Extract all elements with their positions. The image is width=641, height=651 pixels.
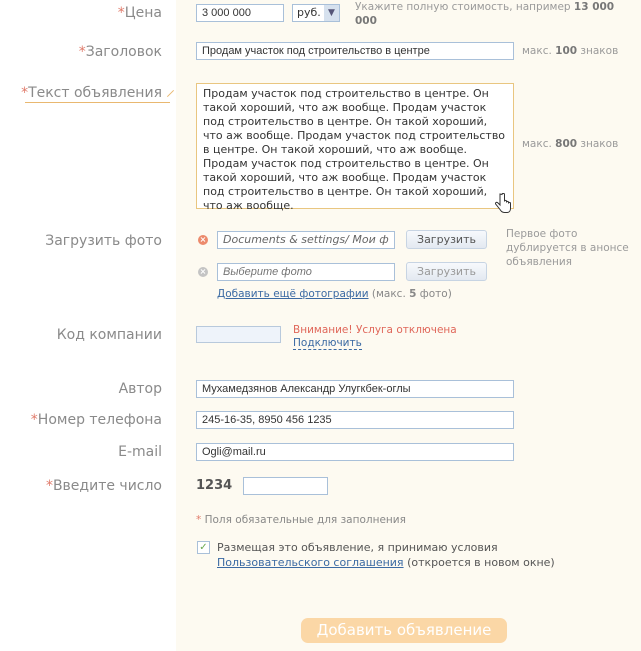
title-input[interactable] <box>196 42 514 60</box>
required-note: * Поля обязательные для заполнения <box>196 514 406 526</box>
captcha-input[interactable] <box>243 477 328 495</box>
upload-button-2[interactable]: Загрузить <box>406 262 487 281</box>
required-marker: * <box>45 478 53 494</box>
user-agreement-link[interactable]: Пользовательского соглашения <box>217 556 404 569</box>
add-more-photos-link[interactable]: Добавить ещё фотографии <box>217 288 369 300</box>
captcha-number: 1234 <box>196 478 233 493</box>
required-marker: * <box>117 5 125 21</box>
photo-file-1-value: Documents & settings/ Мои ф <box>223 233 389 246</box>
author-label: Автор <box>118 381 162 397</box>
add-more-photos-row: Добавить ещё фотографии (макс. 5 фото) <box>217 288 452 300</box>
connect-link-wrap: Подключить <box>293 337 362 350</box>
company-code-input <box>196 326 281 343</box>
upload-button-1[interactable]: Загрузить <box>406 230 487 249</box>
photo-limit: (макс. 5 фото) <box>371 288 452 300</box>
connect-link[interactable]: Подключить <box>293 337 362 350</box>
currency-value: руб. <box>297 6 321 19</box>
price-input[interactable] <box>196 4 284 22</box>
photo-label: Загрузить фото <box>45 233 162 249</box>
captcha-label: *Введите число <box>45 478 162 494</box>
agreement-checkbox[interactable]: ✓ <box>197 541 210 554</box>
remove-photo-icon[interactable]: × <box>198 235 208 245</box>
hand-cursor-icon <box>494 192 512 219</box>
agreement-suffix: (откроется в новом окне) <box>407 556 555 569</box>
company-label: Код компании <box>56 327 162 343</box>
text-textarea[interactable]: Продам участок под строительство в центр… <box>196 83 514 212</box>
agreement-text: Размещая это объявление, я принимаю усло… <box>217 540 555 570</box>
required-marker: * <box>78 44 86 60</box>
photo-file-2-input[interactable] <box>217 263 395 281</box>
required-marker: * <box>30 412 38 428</box>
text-hint: макс. 800 знаков <box>522 138 619 150</box>
text-label-accent <box>166 89 175 98</box>
chevron-down-icon: ▼ <box>324 5 339 21</box>
title-hint: макс. 100 знаков <box>522 45 619 57</box>
submit-button[interactable]: Добавить объявление <box>301 618 507 643</box>
phone-label: *Номер телефона <box>30 412 162 428</box>
title-label: *Заголовок <box>78 44 162 60</box>
price-label: *Цена <box>117 5 162 21</box>
text-content: Продам участок под строительство в центр… <box>203 87 506 212</box>
currency-select[interactable]: руб. ▼ <box>292 4 340 22</box>
agreement-link-row: Пользовательского соглашения (откроется … <box>217 555 555 570</box>
email-label: E-mail <box>118 444 162 460</box>
price-hint: Укажите полную стоимость, например 13 00… <box>355 1 615 27</box>
photo-side-hint: Первое фото дублируется в анонсе объявле… <box>506 228 629 268</box>
required-marker: * <box>196 514 202 526</box>
email-input[interactable] <box>196 443 514 461</box>
phone-input[interactable] <box>196 411 514 429</box>
required-marker: * <box>21 85 29 101</box>
photo-file-1-input[interactable]: Documents & settings/ Мои ф <box>217 231 395 249</box>
company-warning: Внимание! Услуга отключена <box>293 324 457 336</box>
agreement-label: Размещая это объявление, я принимаю усло… <box>217 541 498 554</box>
text-label-underline <box>25 102 170 103</box>
text-label: *Текст объявления <box>21 85 162 101</box>
author-input[interactable] <box>196 380 514 398</box>
remove-photo-icon: × <box>198 267 208 277</box>
